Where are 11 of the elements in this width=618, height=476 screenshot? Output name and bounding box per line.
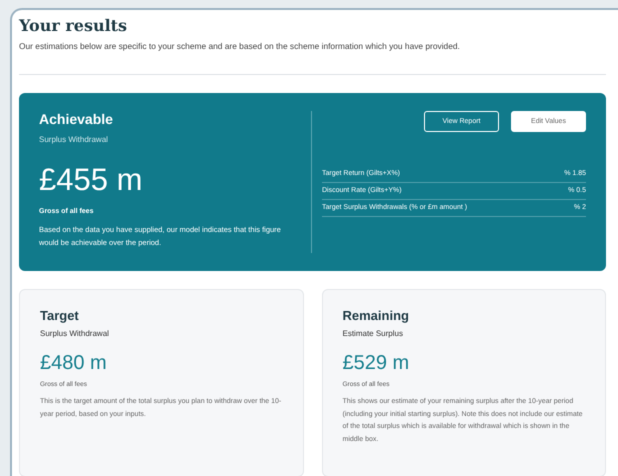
page-subtitle: Our estimations below are specific to your scheme and are based on the scheme information which you have provided. — [19, 41, 461, 51]
amount-value: £455 m — [39, 162, 144, 198]
page-title: Your results — [19, 16, 128, 35]
card-subtitle: Surplus Withdrawal — [40, 329, 110, 338]
card-title: Target — [40, 308, 80, 323]
amount-value: £480 m — [40, 352, 108, 375]
card-title: Remaining — [342, 308, 410, 323]
amount-value: £529 m — [342, 352, 410, 375]
card-subtitle: Surplus Withdrawal — [39, 135, 109, 144]
card-title: Achievable — [39, 111, 114, 127]
card-subtitle: Estimate Surplus — [342, 329, 404, 338]
